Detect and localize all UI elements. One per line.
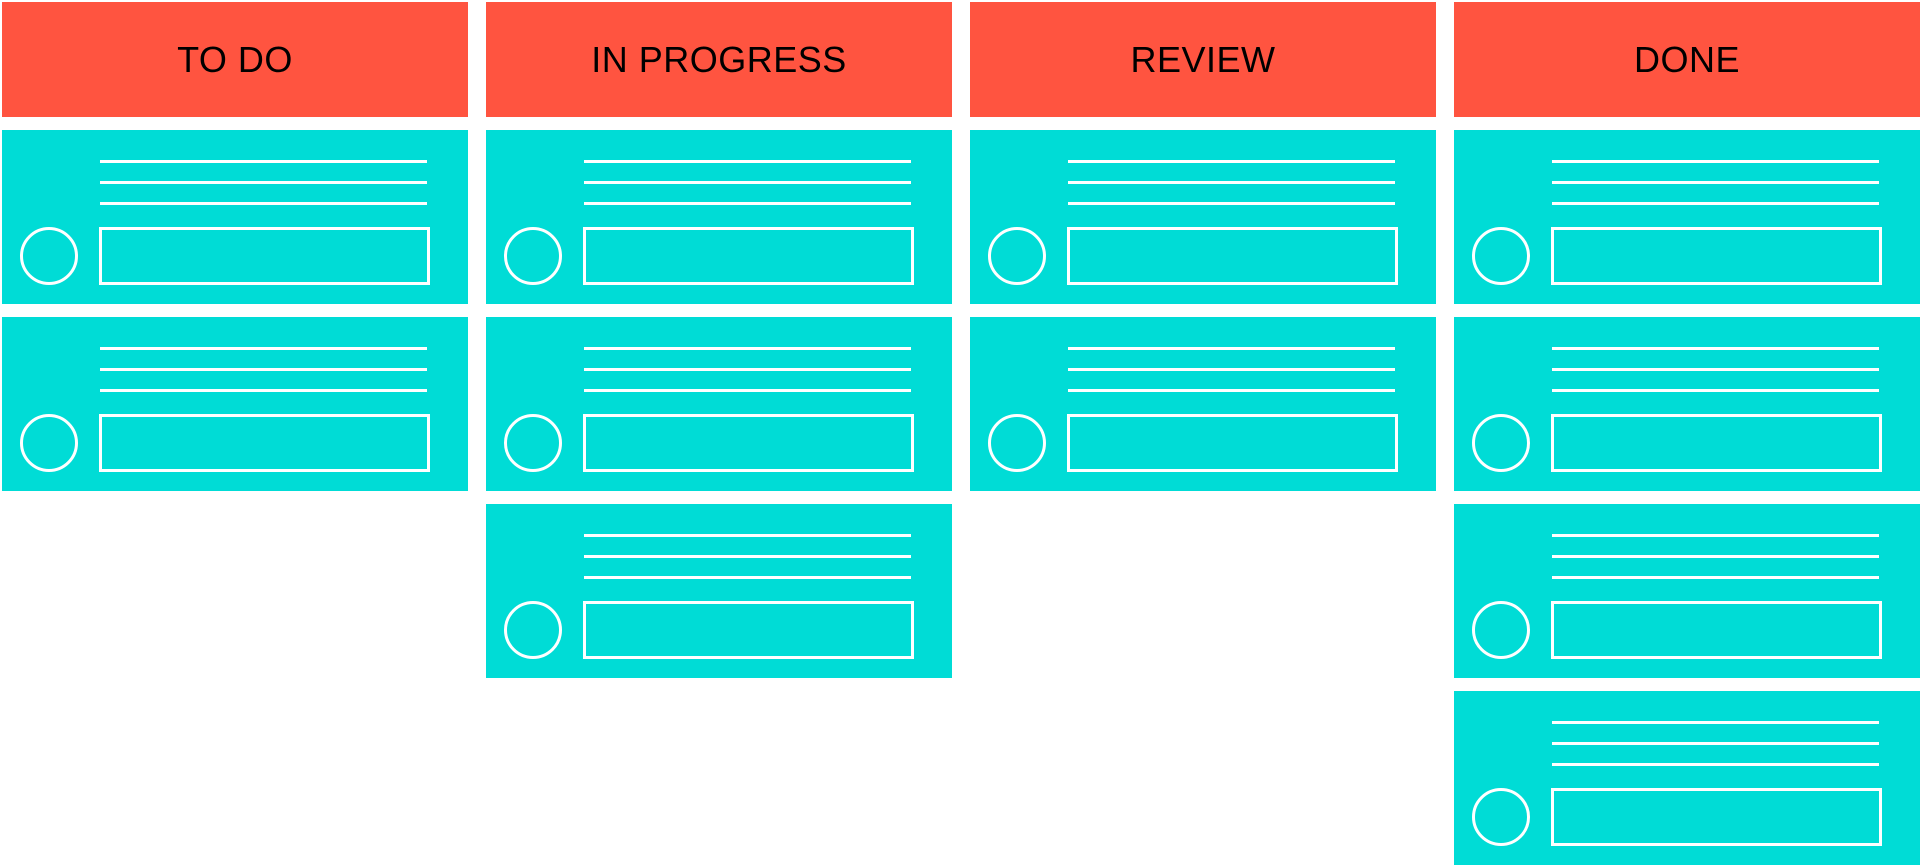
- content-placeholder-box: [1551, 601, 1882, 659]
- column-done: DONE: [1454, 2, 1920, 865]
- content-placeholder-box: [583, 414, 914, 472]
- text-placeholder-line: [584, 534, 911, 537]
- content-placeholder-box: [1551, 414, 1882, 472]
- text-placeholder-line: [1552, 721, 1879, 724]
- avatar-placeholder-icon: [20, 227, 78, 285]
- column-title: IN PROGRESS: [591, 38, 847, 80]
- content-placeholder-box: [583, 601, 914, 659]
- text-placeholder-line: [584, 368, 911, 371]
- column-title: REVIEW: [1130, 38, 1276, 80]
- task-card[interactable]: [1454, 130, 1920, 304]
- text-placeholder-line: [584, 555, 911, 558]
- text-placeholder-line: [584, 389, 911, 392]
- column-to-do: TO DO: [2, 2, 468, 491]
- avatar-placeholder-icon: [504, 227, 562, 285]
- column-in-progress: IN PROGRESS: [486, 2, 952, 678]
- text-placeholder-line: [1552, 368, 1879, 371]
- column-title: DONE: [1633, 38, 1740, 80]
- avatar-placeholder-icon: [504, 601, 562, 659]
- text-placeholder-line: [1068, 389, 1395, 392]
- content-placeholder-box: [1067, 227, 1398, 285]
- text-placeholder-line: [100, 181, 427, 184]
- avatar-placeholder-icon: [1472, 414, 1530, 472]
- text-placeholder-line: [100, 368, 427, 371]
- text-placeholder-line: [100, 347, 427, 350]
- task-card[interactable]: [486, 317, 952, 491]
- avatar-placeholder-icon: [20, 414, 78, 472]
- text-placeholder-line: [1552, 160, 1879, 163]
- column-header[interactable]: REVIEW: [970, 2, 1436, 117]
- task-card[interactable]: [970, 130, 1436, 304]
- text-placeholder-line: [1552, 555, 1879, 558]
- text-placeholder-line: [584, 181, 911, 184]
- task-card[interactable]: [1454, 691, 1920, 865]
- text-placeholder-line: [1552, 576, 1879, 579]
- text-placeholder-line: [1552, 347, 1879, 350]
- text-placeholder-line: [584, 576, 911, 579]
- text-placeholder-line: [1552, 181, 1879, 184]
- text-placeholder-line: [584, 347, 911, 350]
- content-placeholder-box: [1067, 414, 1398, 472]
- text-placeholder-line: [584, 160, 911, 163]
- avatar-placeholder-icon: [1472, 227, 1530, 285]
- column-header[interactable]: TO DO: [2, 2, 468, 117]
- text-placeholder-line: [100, 202, 427, 205]
- content-placeholder-box: [1551, 788, 1882, 846]
- content-placeholder-box: [1551, 227, 1882, 285]
- text-placeholder-line: [1552, 742, 1879, 745]
- content-placeholder-box: [583, 227, 914, 285]
- text-placeholder-line: [1068, 202, 1395, 205]
- task-card[interactable]: [2, 317, 468, 491]
- task-card[interactable]: [486, 504, 952, 678]
- content-placeholder-box: [99, 414, 430, 472]
- avatar-placeholder-icon: [988, 227, 1046, 285]
- column-title: TO DO: [177, 38, 293, 80]
- task-card[interactable]: [2, 130, 468, 304]
- text-placeholder-line: [1068, 160, 1395, 163]
- task-card[interactable]: [1454, 317, 1920, 491]
- text-placeholder-line: [1552, 763, 1879, 766]
- column-header[interactable]: DONE: [1454, 2, 1920, 117]
- avatar-placeholder-icon: [1472, 788, 1530, 846]
- text-placeholder-line: [1068, 181, 1395, 184]
- task-card[interactable]: [970, 317, 1436, 491]
- text-placeholder-line: [1552, 389, 1879, 392]
- text-placeholder-line: [1552, 534, 1879, 537]
- text-placeholder-line: [1068, 347, 1395, 350]
- text-placeholder-line: [1552, 202, 1879, 205]
- avatar-placeholder-icon: [504, 414, 562, 472]
- avatar-placeholder-icon: [1472, 601, 1530, 659]
- column-header[interactable]: IN PROGRESS: [486, 2, 952, 117]
- text-placeholder-line: [584, 202, 911, 205]
- task-card[interactable]: [486, 130, 952, 304]
- task-card[interactable]: [1454, 504, 1920, 678]
- text-placeholder-line: [100, 389, 427, 392]
- text-placeholder-line: [100, 160, 427, 163]
- avatar-placeholder-icon: [988, 414, 1046, 472]
- column-review: REVIEW: [970, 2, 1436, 491]
- content-placeholder-box: [99, 227, 430, 285]
- text-placeholder-line: [1068, 368, 1395, 371]
